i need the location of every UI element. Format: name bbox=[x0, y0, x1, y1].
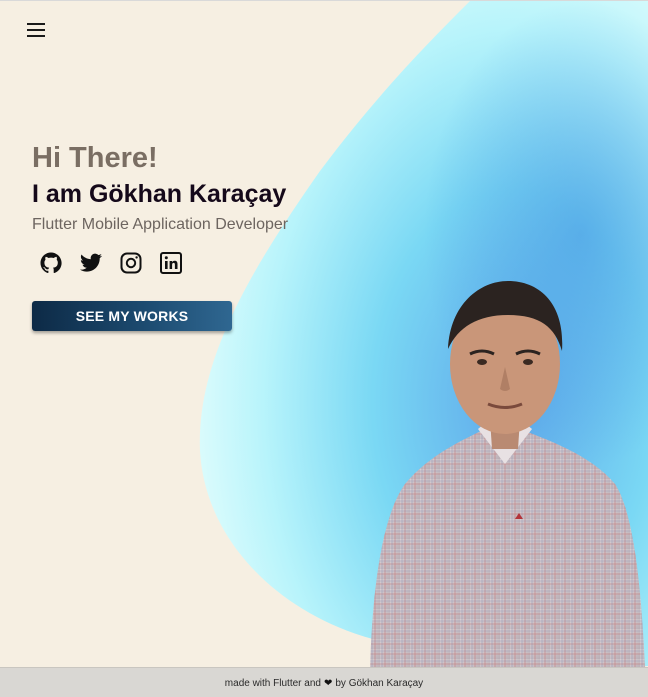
linkedin-link[interactable] bbox=[159, 251, 183, 275]
footer-prefix: made with Flutter and bbox=[224, 678, 321, 689]
social-links bbox=[39, 251, 288, 275]
instagram-icon bbox=[120, 252, 142, 274]
instagram-link[interactable] bbox=[119, 251, 143, 275]
hamburger-menu-icon-bar bbox=[27, 35, 45, 37]
hamburger-menu-icon-bar bbox=[27, 29, 45, 31]
twitter-icon bbox=[80, 253, 102, 272]
footer-suffix: by Gökhan Karaçay bbox=[335, 678, 424, 689]
see-my-works-button[interactable]: SEE MY WORKS bbox=[32, 301, 232, 331]
greeting-text: Hi There! bbox=[32, 142, 158, 174]
footer: made with Flutter and ❤ by Gökhan Karaça… bbox=[0, 667, 648, 697]
linkedin-icon bbox=[160, 252, 182, 274]
heart-icon: ❤ bbox=[323, 678, 333, 689]
role-subtitle: Flutter Mobile Application Developer bbox=[32, 216, 289, 233]
hamburger-menu-icon bbox=[27, 23, 45, 25]
name-heading: I am Gökhan Karaçay bbox=[32, 180, 287, 208]
intro-section: Hi There! I am Gökhan Karaçay Flutter Mo… bbox=[32, 141, 288, 275]
portfolio-page: Hi There! I am Gökhan Karaçay Flutter Mo… bbox=[0, 0, 648, 697]
profile-photo bbox=[370, 281, 645, 669]
github-icon bbox=[40, 252, 62, 274]
twitter-link[interactable] bbox=[79, 251, 103, 275]
menu-button[interactable] bbox=[22, 17, 50, 43]
github-link[interactable] bbox=[39, 251, 63, 275]
